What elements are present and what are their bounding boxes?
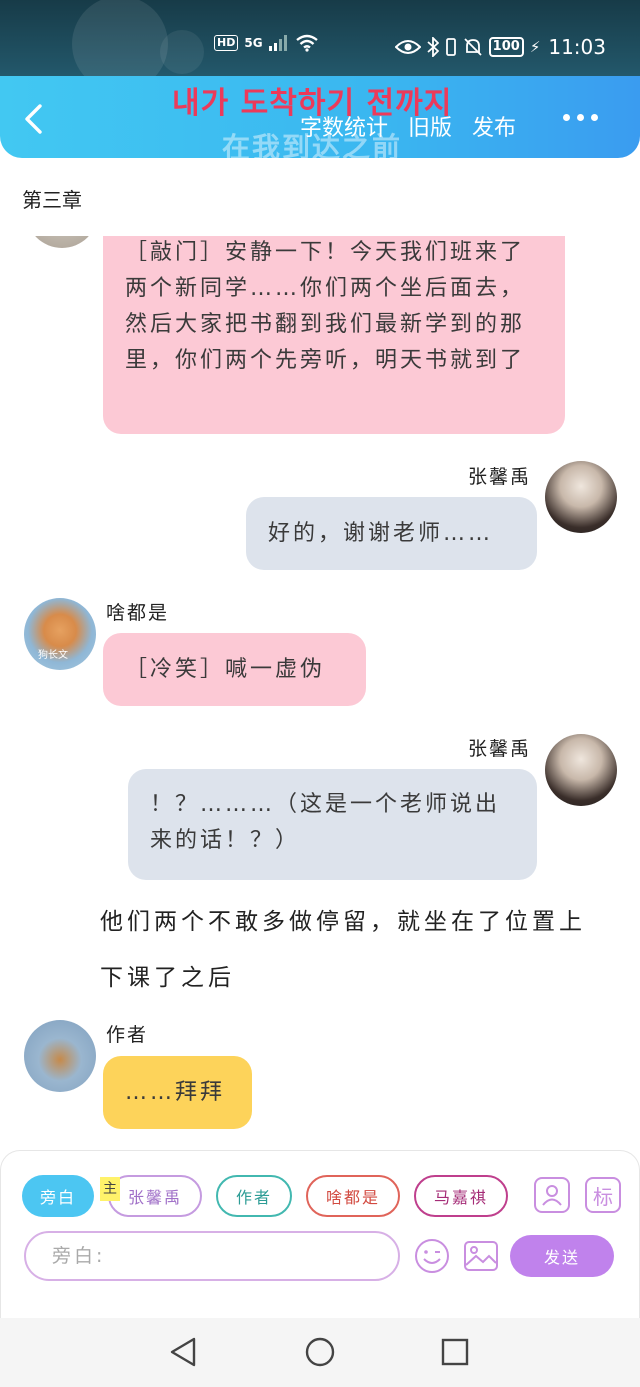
avatar[interactable]: 狗长文 <box>24 598 96 670</box>
vibrate-icon <box>445 38 456 56</box>
editor-header: 在我到达之前 내가 도착하기 전까지 字数统计 旧版 发布 <box>0 76 640 158</box>
sender-name: 啥都是 <box>106 602 170 624</box>
message-bubble: ……拜拜 <box>103 1056 252 1129</box>
more-icon[interactable] <box>563 114 598 121</box>
bluetooth-icon <box>427 37 439 57</box>
back-triangle-icon[interactable] <box>166 1334 202 1370</box>
network-type: 5G <box>244 36 263 50</box>
hd-badge: HD <box>214 35 239 51</box>
role-chip-ma-jiaqi[interactable]: 马嘉祺 <box>414 1175 508 1217</box>
image-icon[interactable] <box>462 1237 500 1275</box>
battery-icon: 100 <box>488 37 524 57</box>
home-circle-icon[interactable] <box>302 1334 338 1370</box>
signal-icon <box>268 35 287 51</box>
status-decoration <box>160 30 204 74</box>
old-version-button[interactable]: 旧版 <box>408 110 452 142</box>
message-text: ！？………（这是一个老师说出来的话！？） <box>150 792 501 853</box>
network-indicators: HD 5G <box>214 34 319 52</box>
emoji-icon[interactable] <box>413 1237 451 1275</box>
word-count-button[interactable]: 字数统计 <box>300 110 388 142</box>
message-input[interactable]: 旁白: <box>24 1231 400 1281</box>
character-manage-button[interactable] <box>534 1177 570 1213</box>
avatar[interactable] <box>545 461 617 533</box>
sender-name: 张馨禹 <box>468 738 532 760</box>
avatar[interactable] <box>24 1020 96 1092</box>
role-chip-shadoushi[interactable]: 啥都是 <box>306 1175 400 1217</box>
message-bubble: 好的，谢谢老师…… <box>246 497 537 570</box>
wifi-icon <box>295 34 318 52</box>
avatar-caption: 狗长文 <box>38 650 68 661</box>
avatar[interactable] <box>545 734 617 806</box>
back-icon[interactable] <box>18 102 52 136</box>
narration-text: 下课了之后 <box>100 965 235 991</box>
sender-name: 作者 <box>106 1024 149 1046</box>
message-text: ［敲门］安静一下！今天我们班来了两个新同学……你们两个坐后面去，然后大家把书翻到… <box>125 240 526 373</box>
eye-icon <box>394 40 421 54</box>
send-button[interactable]: 发送 <box>510 1235 614 1277</box>
scroll-mask <box>0 158 640 236</box>
status-bar: HD 5G 100 ⚡ 11:03 <box>0 0 640 92</box>
narration-text: 他们两个不敢多做停留，就坐在了位置上 <box>100 909 586 935</box>
mute-bell-icon <box>464 38 482 56</box>
recents-square-icon[interactable] <box>437 1334 473 1370</box>
role-chip-narrator[interactable]: 旁白 <box>22 1175 94 1217</box>
role-chip-author[interactable]: 作者 <box>216 1175 292 1217</box>
sender-name: 张馨禹 <box>468 466 532 488</box>
mark-button[interactable]: 标 <box>585 1177 621 1213</box>
message-bubble: ！？………（这是一个老师说出来的话！？） <box>128 769 537 880</box>
message-bubble: ［敲门］安静一下！今天我们班来了两个新同学……你们两个坐后面去，然后大家把书翻到… <box>103 205 565 434</box>
message-text: 好的，谢谢老师…… <box>268 520 494 546</box>
header-actions: 字数统计 旧版 发布 <box>300 110 516 142</box>
message-bubble: ［冷笑］喊一虚伪 <box>103 633 366 706</box>
message-text: ［冷笑］喊一虚伪 <box>125 656 326 682</box>
chapter-title[interactable]: 第三章 <box>22 184 82 213</box>
charging-icon: ⚡ <box>529 38 541 56</box>
message-text: ……拜拜 <box>125 1079 226 1105</box>
person-icon <box>542 1185 562 1206</box>
role-chip-zhang-xinyu[interactable]: 张馨禹 <box>108 1175 202 1217</box>
system-nav-bar <box>0 1318 640 1387</box>
publish-button[interactable]: 发布 <box>472 110 516 142</box>
system-icons: 100 ⚡ 11:03 <box>394 34 606 60</box>
clock: 11:03 <box>548 35 606 59</box>
main-character-tag: 主 <box>100 1177 120 1201</box>
